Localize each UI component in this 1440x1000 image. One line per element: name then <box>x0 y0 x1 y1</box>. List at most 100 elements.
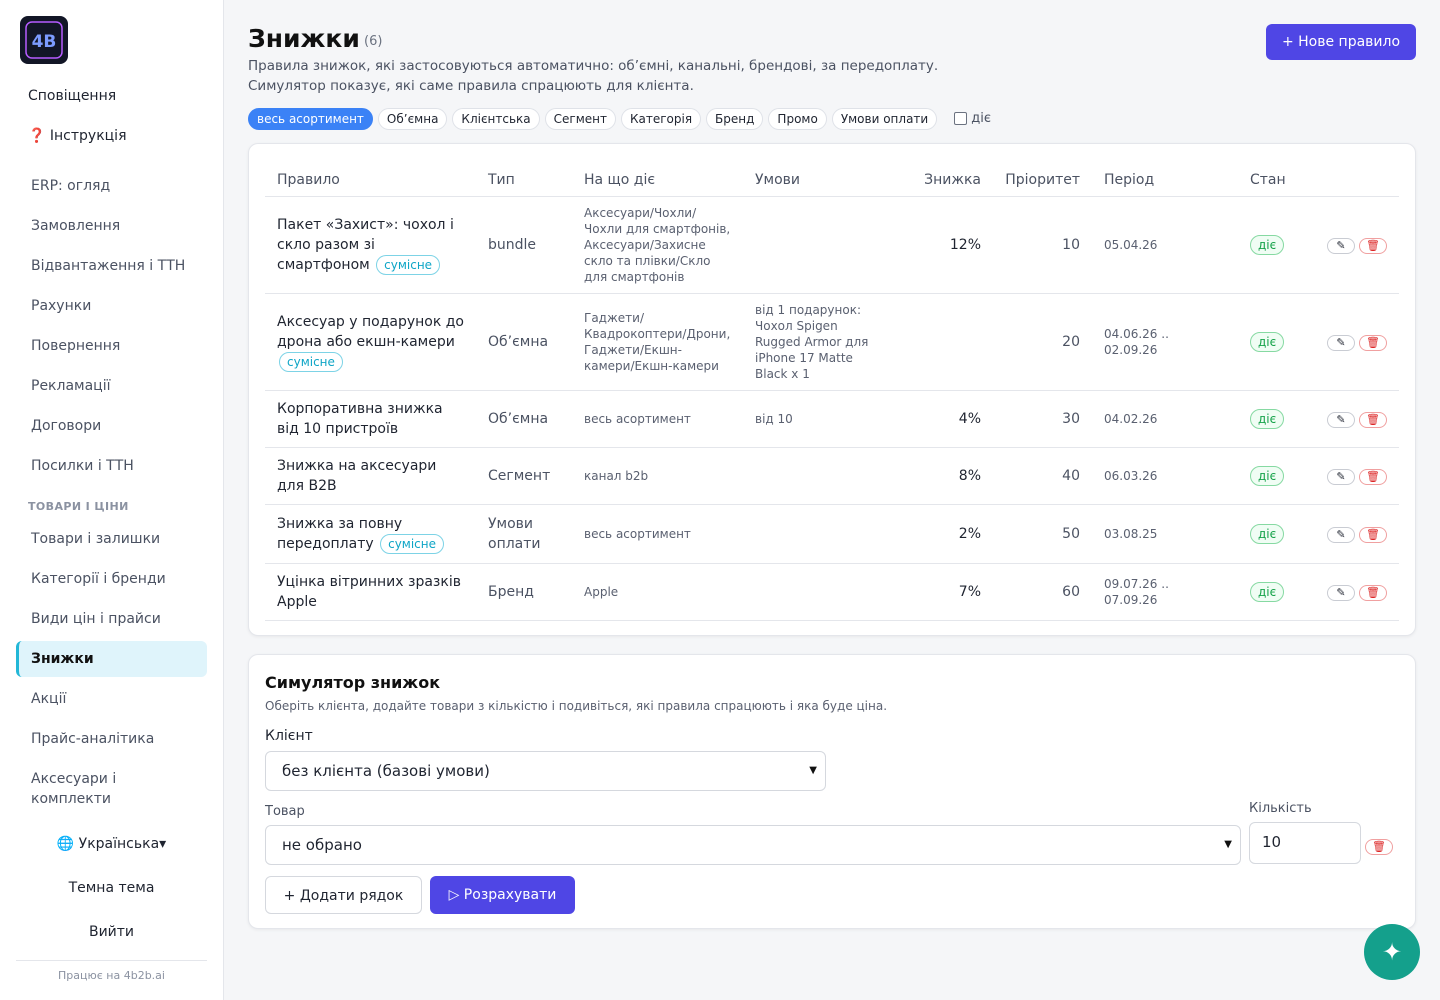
nav-promotions[interactable]: Акції <box>16 681 207 717</box>
filter-chip-client[interactable]: Клієнтська <box>452 108 540 130</box>
nav-categories-brands[interactable]: Категорії і бренди <box>16 561 207 597</box>
col-scope[interactable]: На що діє <box>572 164 743 197</box>
rule-period: 06.03.26 <box>1092 447 1238 505</box>
delete-button[interactable]: 🗑 <box>1359 411 1387 428</box>
help-link[interactable]: ❓ Інструкція <box>28 128 127 144</box>
compatible-badge: сумісне <box>380 533 445 554</box>
table-row[interactable]: Корпоративна знижка від 10 пристроїв Об’є… <box>265 390 1399 448</box>
table-row[interactable]: Знижка за повну передоплату сумісне Умови… <box>265 504 1399 564</box>
quantity-input[interactable]: 10 <box>1249 822 1361 864</box>
trash-icon: 🗑 <box>1366 585 1380 599</box>
rule-state-cell: діє <box>1238 293 1298 391</box>
sidebar-divider <box>16 960 207 961</box>
app-logo[interactable]: 4B <box>20 16 68 64</box>
compatible-badge: сумісне <box>279 351 343 372</box>
col-priority[interactable]: Пріоритет <box>993 164 1092 197</box>
rule-actions: ✎ 🗑 <box>1298 293 1399 391</box>
ai-assistant-button[interactable]: ✦ <box>1364 924 1420 980</box>
nav-parcels[interactable]: Посилки і ТТН <box>16 448 207 484</box>
nav-price-analytics[interactable]: Прайс-аналітика <box>16 721 207 757</box>
col-state[interactable]: Стан <box>1238 164 1298 197</box>
nav-invoices[interactable]: Рахунки <box>16 288 207 324</box>
table-row[interactable]: Аксесуар у подарунок до дрона або екшн-к… <box>265 293 1399 391</box>
product-select[interactable]: не обрано ▼ <box>265 825 1241 865</box>
simulator-card: Симулятор знижок Оберіть клієнта, додайт… <box>248 654 1416 929</box>
theme-toggle[interactable]: Темна тема <box>16 880 207 896</box>
edit-button[interactable]: ✎ <box>1327 526 1355 543</box>
filter-chip-volume[interactable]: Об’ємна <box>377 108 448 130</box>
nav-orders[interactable]: Замовлення <box>16 208 207 244</box>
trash-icon: 🗑 <box>1366 527 1380 541</box>
rule-conditions <box>743 196 893 294</box>
edit-button[interactable]: ✎ <box>1327 411 1355 428</box>
rule-conditions <box>743 563 893 621</box>
rule-name-cell: Аксесуар у подарунок до дрона або екшн-к… <box>265 293 476 391</box>
add-row-button[interactable]: + Додати рядок <box>265 876 422 914</box>
filter-chip-brand[interactable]: Бренд <box>706 108 764 130</box>
nav-returns[interactable]: Повернення <box>16 328 207 364</box>
rule-name-cell: Корпоративна знижка від 10 пристроїв <box>265 390 476 448</box>
nav-price-types[interactable]: Види цін і прайси <box>16 601 207 637</box>
rule-state-cell: діє <box>1238 563 1298 621</box>
filter-chip-payment[interactable]: Умови оплати <box>831 108 938 130</box>
filter-chip-promo[interactable]: Промо <box>768 108 827 130</box>
rule-conditions <box>743 504 893 564</box>
col-conditions[interactable]: Умови <box>743 164 893 197</box>
chevron-down-icon: ▼ <box>809 765 817 776</box>
filter-chip-category[interactable]: Категорія <box>620 108 702 130</box>
table-row[interactable]: Знижка на аксесуари для B2B Сегмент канал … <box>265 447 1399 505</box>
nav-discounts[interactable]: Знижки <box>16 641 207 677</box>
rule-discount: 4% <box>893 390 993 448</box>
product-label: Товар <box>265 804 305 819</box>
filter-chip-segment[interactable]: Сегмент <box>544 108 616 130</box>
edit-button[interactable]: ✎ <box>1327 334 1355 351</box>
delete-button[interactable]: 🗑 <box>1359 526 1387 543</box>
rule-count: (6) <box>364 34 383 49</box>
page-subtitle-2: Симулятор показує, які саме правила спра… <box>248 78 694 94</box>
calculate-button[interactable]: ▷ Розрахувати <box>430 876 575 914</box>
delete-button[interactable]: 🗑 <box>1359 468 1387 485</box>
status-badge: діє <box>1250 408 1285 429</box>
col-period[interactable]: Період <box>1092 164 1238 197</box>
nav-products-stock[interactable]: Товари і залишки <box>16 521 207 557</box>
rule-state-cell: діє <box>1238 447 1298 505</box>
edit-button[interactable]: ✎ <box>1327 468 1355 485</box>
col-rule[interactable]: Правило <box>265 164 476 197</box>
language-selector[interactable]: 🌐 Українська▾ <box>16 836 207 852</box>
rule-priority: 40 <box>993 447 1092 505</box>
rule-priority: 20 <box>993 293 1092 391</box>
nav-contracts[interactable]: Договори <box>16 408 207 444</box>
rule-name: Уцінка вітринних зразків Apple <box>277 573 461 610</box>
rule-scope: Гаджети/Квадрокоптери/Дрони, Гаджети/Екш… <box>572 293 743 391</box>
logout-link[interactable]: Вийти <box>16 924 207 940</box>
rules-table-card: Правило Тип На що діє Умови Знижка Пріор… <box>248 143 1416 636</box>
rule-discount <box>893 293 993 391</box>
rule-period: 09.07.26 .. 07.09.26 <box>1092 563 1238 621</box>
col-discount[interactable]: Знижка <box>893 164 993 197</box>
new-rule-button[interactable]: + Нове правило <box>1266 24 1416 60</box>
client-select[interactable]: без клієнта (базові умови) ▼ <box>265 751 826 791</box>
status-badge: діє <box>1250 331 1285 352</box>
filter-chip-all[interactable]: весь асортимент <box>248 108 373 130</box>
delete-button[interactable]: 🗑 <box>1359 237 1387 254</box>
table-row[interactable]: Пакет «Захист»: чохол і скло разом зі см… <box>265 196 1399 294</box>
active-only-checkbox[interactable] <box>954 112 968 125</box>
edit-button[interactable]: ✎ <box>1327 584 1355 601</box>
nav-shipments[interactable]: Відвантаження і ТТН <box>16 248 207 284</box>
delete-button[interactable]: 🗑 <box>1359 584 1387 601</box>
remove-row-button[interactable]: 🗑 <box>1365 839 1393 855</box>
rule-type: bundle <box>476 196 572 294</box>
rule-name: Знижка на аксесуари для B2B <box>277 457 437 494</box>
notifications-link[interactable]: Сповіщення <box>28 88 116 104</box>
rule-state-cell: діє <box>1238 196 1298 294</box>
nav-accessories-bundles[interactable]: Аксесуари і комплекти <box>16 769 146 807</box>
nav-claims[interactable]: Рекламації <box>16 368 207 404</box>
rule-name: Аксесуар у подарунок до дрона або екшн-к… <box>277 313 464 350</box>
edit-button[interactable]: ✎ <box>1327 237 1355 254</box>
table-row[interactable]: Уцінка вітринних зразків Apple Бренд Apple… <box>265 563 1399 621</box>
trash-icon: 🗑 <box>1366 412 1380 426</box>
col-type[interactable]: Тип <box>476 164 572 197</box>
nav-erp-overview[interactable]: ERP: огляд <box>16 168 207 204</box>
delete-button[interactable]: 🗑 <box>1359 334 1387 351</box>
pencil-icon: ✎ <box>1336 335 1346 349</box>
